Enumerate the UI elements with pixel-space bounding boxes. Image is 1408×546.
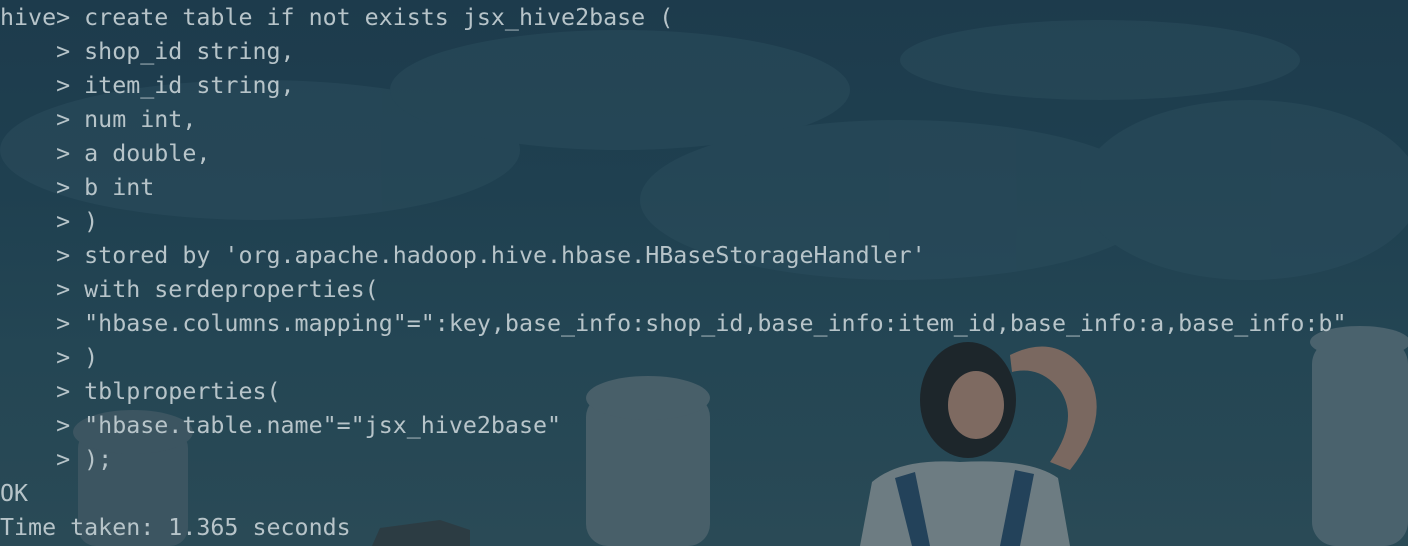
command-text: a double, (84, 140, 211, 167)
terminal-line: > stored by 'org.apache.hadoop.hive.hbas… (0, 239, 1347, 273)
continuation-prompt: > (0, 72, 85, 99)
terminal-line: > ) (0, 341, 1347, 375)
terminal-line: > a double, (0, 137, 1347, 171)
continuation-prompt: > (0, 276, 85, 303)
command-text: b int (84, 174, 155, 201)
continuation-prompt: > (0, 446, 85, 473)
terminal-window[interactable]: hive> create table if not exists jsx_hiv… (0, 0, 1408, 546)
hive-prompt: hive> (0, 4, 85, 31)
command-text: item_id string, (84, 72, 295, 99)
terminal-line: > num int, (0, 103, 1347, 137)
command-text: "hbase.table.name"="jsx_hive2base" (84, 412, 562, 439)
continuation-prompt: > (0, 38, 85, 65)
command-text: shop_id string, (84, 38, 295, 65)
terminal-line: > with serdeproperties( (0, 273, 1347, 307)
continuation-prompt: > (0, 208, 85, 235)
continuation-prompt: > (0, 412, 85, 439)
terminal-line: > b int (0, 171, 1347, 205)
continuation-prompt: > (0, 378, 85, 405)
command-text: ) (84, 208, 99, 235)
continuation-prompt: > (0, 344, 85, 371)
command-text: "hbase.columns.mapping"=":key,base_info:… (84, 310, 1347, 337)
terminal-line: hive> create table if not exists jsx_hiv… (0, 1, 1347, 35)
command-text: stored by 'org.apache.hadoop.hive.hbase.… (84, 242, 926, 269)
terminal-line: > ) (0, 205, 1347, 239)
continuation-prompt: > (0, 140, 85, 167)
terminal-output[interactable]: hive> create table if not exists jsx_hiv… (0, 1, 1347, 545)
status-output: OK (0, 480, 29, 507)
command-text: ); (84, 446, 113, 473)
terminal-line: > "hbase.table.name"="jsx_hive2base" (0, 409, 1347, 443)
command-text: with serdeproperties( (84, 276, 379, 303)
terminal-line: > ); (0, 443, 1347, 477)
command-text: num int, (84, 106, 197, 133)
continuation-prompt: > (0, 106, 85, 133)
continuation-prompt: > (0, 310, 85, 337)
terminal-line: OK (0, 477, 1347, 511)
continuation-prompt: > (0, 242, 85, 269)
continuation-prompt: > (0, 174, 85, 201)
command-text: tblproperties( (84, 378, 281, 405)
terminal-line: Time taken: 1.365 seconds (0, 511, 1347, 545)
terminal-line: > shop_id string, (0, 35, 1347, 69)
terminal-line: > tblproperties( (0, 375, 1347, 409)
timing-output: Time taken: 1.365 seconds (0, 514, 351, 541)
command-text: ) (84, 344, 99, 371)
command-text: create table if not exists jsx_hive2base… (84, 4, 674, 31)
terminal-line: > item_id string, (0, 69, 1347, 103)
terminal-line: > "hbase.columns.mapping"=":key,base_inf… (0, 307, 1347, 341)
